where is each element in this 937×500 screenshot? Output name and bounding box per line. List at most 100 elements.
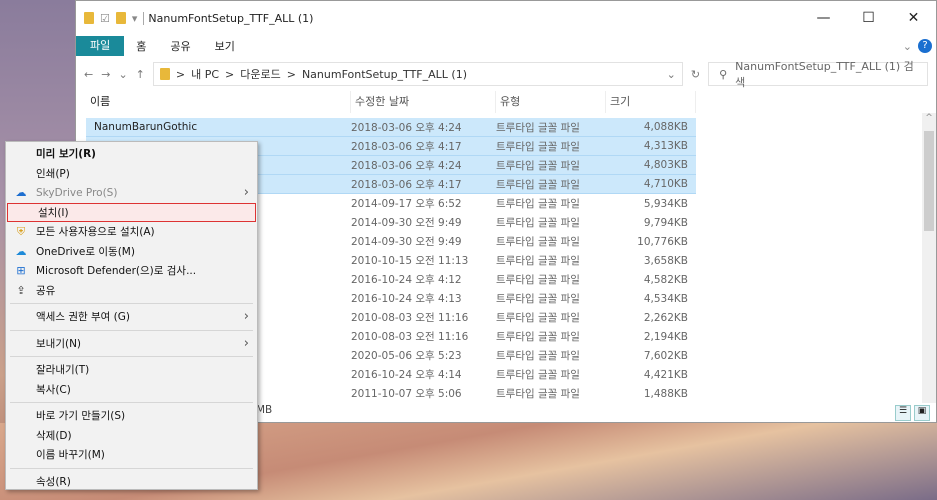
menu-item-label: 설치(I)	[38, 206, 69, 219]
address-dropdown-button[interactable]: ⌄	[667, 68, 676, 81]
file-type: 트루타입 글꼴 파일	[496, 369, 580, 381]
file-row[interactable]: NanumBarunGothic 2018-03-06 오후 4:24 트루타입 글…	[86, 118, 696, 137]
column-header-name[interactable]: 이름	[86, 91, 351, 113]
file-type: 트루타입 글꼴 파일	[496, 236, 580, 248]
menu-item-label: 속성(R)	[36, 475, 71, 488]
menu-item[interactable]: 이름 바꾸기(M)	[6, 445, 257, 465]
recent-locations-button[interactable]: ⌄	[118, 68, 127, 81]
breadcrumb-separator: >	[225, 67, 235, 81]
shield-icon: ⛨	[16, 225, 26, 238]
address-bar[interactable]: > 내 PC > 다운로드 > NanumFontSetup_TTF_ALL (…	[152, 62, 683, 86]
large-icons-view-button[interactable]: ▣	[914, 405, 930, 421]
properties-icon[interactable]: ☑	[100, 12, 110, 25]
search-placeholder: NanumFontSetup_TTF_ALL (1) 검색	[735, 60, 914, 89]
file-date: 2010-10-15 오전 11:13	[351, 255, 469, 267]
defender-icon: ⊞	[16, 264, 26, 277]
menu-item[interactable]: 삭제(D)	[6, 426, 257, 446]
menu-separator	[10, 467, 253, 469]
file-date: 2014-09-30 오전 9:49	[351, 236, 462, 248]
menu-item-label: 복사(C)	[36, 383, 71, 396]
vertical-scrollbar[interactable]: ^	[922, 113, 936, 403]
menu-item-label: 이름 바꾸기(M)	[36, 449, 105, 462]
breadcrumb-this-pc[interactable]: 내 PC	[191, 66, 219, 82]
minimize-button[interactable]: —	[801, 10, 846, 26]
file-size: 7,602KB	[643, 349, 688, 362]
cloud-icon: ☁	[15, 186, 27, 199]
customize-toolbar-icon[interactable]: ▾	[132, 12, 138, 25]
menu-item-label: OneDrive로 이동(M)	[36, 245, 135, 258]
file-size: 5,934KB	[643, 197, 688, 210]
menu-item-label: 보내기(N)	[36, 337, 82, 350]
menu-item[interactable]: ⇪ 공유	[6, 281, 257, 301]
new-folder-icon[interactable]	[115, 12, 126, 24]
search-box[interactable]: ⚲ NanumFontSetup_TTF_ALL (1) 검색	[708, 60, 928, 89]
column-header-size[interactable]: 크기	[606, 91, 696, 113]
file-size: 4,534KB	[643, 292, 688, 305]
onedrive-icon: ☁	[15, 244, 27, 258]
search-icon: ⚲	[719, 67, 728, 81]
menu-separator	[10, 402, 253, 403]
menu-item[interactable]: 미리 보기(R)	[6, 144, 257, 164]
file-size: 10,776KB	[637, 235, 688, 248]
file-size: 4,582KB	[643, 273, 688, 286]
file-type: 트루타입 글꼴 파일	[496, 274, 580, 286]
forward-button[interactable]: →	[101, 68, 110, 81]
menu-item[interactable]: 잘라내기(T)	[6, 360, 257, 380]
menu-item[interactable]: ☁ SkyDrive Pro(S) ›	[6, 183, 257, 203]
refresh-button[interactable]: ↻	[691, 68, 700, 81]
context-menu: 미리 보기(R) 인쇄(P) ☁ SkyDrive Pro(S) › 설치(I) ⛨ 모든 사…	[5, 141, 258, 490]
tab-file[interactable]: 파일	[76, 36, 125, 56]
file-size: 4,421KB	[643, 368, 688, 381]
scrollbar-thumb[interactable]	[924, 131, 934, 231]
file-type: 트루타입 글꼴 파일	[496, 198, 580, 210]
menu-item[interactable]: 보내기(N) ›	[6, 334, 257, 354]
tab-home[interactable]: 홈	[124, 38, 158, 54]
column-header-date[interactable]: 수정한 날짜	[351, 91, 496, 113]
close-button[interactable]: ✕	[891, 10, 936, 26]
file-date: 2016-10-24 오후 4:12	[351, 274, 462, 286]
menu-item[interactable]: ⊞ Microsoft Defender(으)로 검사...	[6, 261, 257, 281]
menu-item[interactable]: 복사(C)	[6, 380, 257, 400]
details-view-button[interactable]: ☰	[895, 405, 911, 421]
menu-separator	[10, 329, 253, 331]
menu-item[interactable]: 속성(R)	[6, 472, 257, 492]
file-size: 2,194KB	[643, 330, 688, 343]
file-date: 2020-05-06 오후 5:23	[351, 350, 462, 362]
file-type: 트루타입 글꼴 파일	[496, 217, 580, 229]
tab-share[interactable]: 공유	[158, 38, 202, 54]
menu-item[interactable]: ☁ OneDrive로 이동(M)	[6, 242, 257, 262]
file-type: 트루타입 글꼴 파일	[496, 140, 580, 153]
file-type: 트루타입 글꼴 파일	[496, 293, 580, 305]
back-button[interactable]: ←	[84, 68, 93, 81]
menu-item[interactable]: ⛨ 모든 사용자용으로 설치(A)	[6, 222, 257, 242]
file-size: 4,710KB	[643, 178, 688, 190]
breadcrumb-downloads[interactable]: 다운로드	[240, 66, 280, 82]
file-date: 2018-03-06 오후 4:24	[351, 121, 462, 134]
menu-separator	[10, 356, 253, 357]
folder-icon	[84, 12, 94, 24]
ribbon-tabs: 파일 홈 공유 보기 ⌄?	[76, 35, 936, 57]
column-header-type[interactable]: 유형	[496, 91, 606, 113]
expand-ribbon-icon[interactable]: ⌄	[903, 40, 912, 53]
file-name: NanumBarunGothic	[94, 121, 198, 133]
file-date: 2018-03-06 오후 4:24	[351, 159, 462, 172]
tab-view[interactable]: 보기	[203, 38, 247, 54]
file-type: 트루타입 글꼴 파일	[496, 178, 580, 191]
help-icon[interactable]: ?	[918, 39, 932, 53]
file-date: 2016-10-24 오후 4:14	[351, 369, 462, 381]
menu-item-label: SkyDrive Pro(S)	[36, 186, 118, 199]
menu-item[interactable]: 액세스 권한 부여 (G) ›	[6, 307, 257, 327]
maximize-button[interactable]: ☐	[846, 10, 891, 26]
menu-item[interactable]: 인쇄(P)	[6, 164, 257, 184]
file-size: 4,313KB	[643, 140, 688, 152]
quick-access-toolbar: ☑ ▾	[84, 12, 137, 25]
menu-item[interactable]: 설치(I)	[7, 202, 256, 222]
menu-item[interactable]: 바로 가기 만들기(S)	[6, 406, 257, 426]
menu-item-label: 공유	[36, 284, 56, 297]
share-icon: ⇪	[16, 283, 26, 297]
file-type: 트루타입 글꼴 파일	[496, 312, 580, 324]
menu-separator	[10, 303, 253, 304]
breadcrumb-current-folder[interactable]: NanumFontSetup_TTF_ALL (1)	[302, 68, 467, 81]
up-button[interactable]: ↑	[136, 68, 145, 81]
file-type: 트루타입 글꼴 파일	[496, 159, 580, 172]
